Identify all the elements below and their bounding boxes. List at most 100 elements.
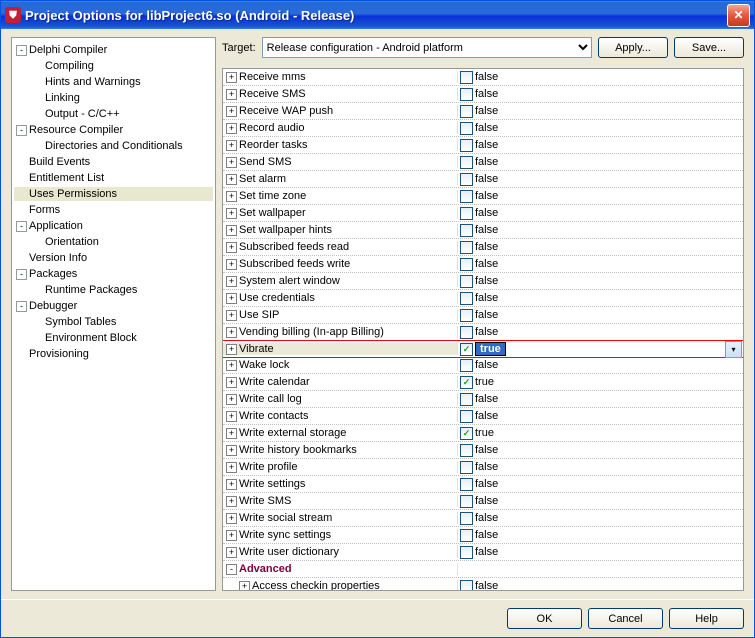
close-button[interactable]: ✕ bbox=[727, 4, 750, 27]
tree-item[interactable]: Forms bbox=[14, 202, 213, 218]
expander-icon[interactable]: - bbox=[16, 221, 27, 232]
tree-item[interactable]: -Resource Compiler bbox=[14, 122, 213, 138]
grid-row[interactable]: +Record audiofalse bbox=[223, 120, 743, 137]
tree-item[interactable]: Version Info bbox=[14, 250, 213, 266]
row-expander-icon[interactable]: + bbox=[226, 157, 237, 168]
grid-row[interactable]: +Write SMSfalse bbox=[223, 493, 743, 510]
tree-item[interactable]: Runtime Packages bbox=[14, 282, 213, 298]
grid-row[interactable]: +Reorder tasksfalse bbox=[223, 137, 743, 154]
tree-item[interactable]: Linking bbox=[14, 90, 213, 106]
grid-row[interactable]: +Write sync settingsfalse bbox=[223, 527, 743, 544]
grid-row[interactable]: +Subscribed feeds writefalse bbox=[223, 256, 743, 273]
expander-icon[interactable]: - bbox=[16, 45, 27, 56]
row-expander-icon[interactable]: + bbox=[226, 479, 237, 490]
row-expander-icon[interactable]: + bbox=[226, 496, 237, 507]
target-select[interactable]: Release configuration - Android platform bbox=[262, 37, 592, 58]
row-expander-icon[interactable]: + bbox=[226, 174, 237, 185]
value-checkbox[interactable] bbox=[460, 241, 473, 254]
grid-row[interactable]: +Use credentialsfalse bbox=[223, 290, 743, 307]
save-button[interactable]: Save... bbox=[674, 37, 744, 58]
value-checkbox[interactable] bbox=[460, 71, 473, 84]
row-expander-icon[interactable]: + bbox=[226, 462, 237, 473]
expander-icon[interactable]: - bbox=[16, 269, 27, 280]
cancel-button[interactable]: Cancel bbox=[588, 608, 663, 629]
grid-row[interactable]: +Receive WAP pushfalse bbox=[223, 103, 743, 120]
value-checkbox[interactable] bbox=[460, 139, 473, 152]
tree-item[interactable]: -Application bbox=[14, 218, 213, 234]
tree-item[interactable]: Symbol Tables bbox=[14, 314, 213, 330]
value-checkbox[interactable] bbox=[460, 207, 473, 220]
value-checkbox[interactable] bbox=[460, 105, 473, 118]
grid-row[interactable]: -Advanced bbox=[223, 561, 743, 578]
row-expander-icon[interactable]: + bbox=[226, 394, 237, 405]
row-expander-icon[interactable]: + bbox=[226, 259, 237, 270]
grid-row[interactable]: +Receive SMSfalse bbox=[223, 86, 743, 103]
value-checkbox[interactable] bbox=[460, 359, 473, 372]
tree-item[interactable]: Provisioning bbox=[14, 346, 213, 362]
row-expander-icon[interactable]: + bbox=[226, 445, 237, 456]
dropdown-icon[interactable]: ▾ bbox=[725, 341, 742, 358]
row-expander-icon[interactable]: + bbox=[226, 428, 237, 439]
grid-row[interactable]: +Set wallpaper hintsfalse bbox=[223, 222, 743, 239]
value-checkbox[interactable] bbox=[460, 444, 473, 457]
value-checkbox[interactable] bbox=[460, 580, 473, 591]
row-expander-icon[interactable]: + bbox=[226, 242, 237, 253]
grid-row[interactable]: +Wake lockfalse bbox=[223, 357, 743, 374]
value-checkbox[interactable] bbox=[460, 410, 473, 423]
apply-button[interactable]: Apply... bbox=[598, 37, 668, 58]
grid-body[interactable]: +Receive mmsfalse+Receive SMSfalse+Recei… bbox=[223, 69, 743, 590]
value-checkbox[interactable] bbox=[460, 173, 473, 186]
grid-row[interactable]: +Write calendartrue bbox=[223, 374, 743, 391]
row-expander-icon[interactable]: + bbox=[226, 293, 237, 304]
tree-item[interactable]: Uses Permissions bbox=[14, 186, 213, 202]
row-expander-icon[interactable]: + bbox=[226, 276, 237, 287]
expander-icon[interactable]: - bbox=[16, 125, 27, 136]
value-checkbox[interactable] bbox=[460, 326, 473, 339]
value-checkbox[interactable] bbox=[460, 546, 473, 559]
row-expander-icon[interactable]: + bbox=[226, 310, 237, 321]
row-expander-icon[interactable]: + bbox=[226, 530, 237, 541]
row-expander-icon[interactable]: + bbox=[226, 106, 237, 117]
row-expander-icon[interactable]: + bbox=[226, 89, 237, 100]
row-expander-icon[interactable]: + bbox=[226, 547, 237, 558]
tree-item[interactable]: Environment Block bbox=[14, 330, 213, 346]
tree-item[interactable]: Build Events bbox=[14, 154, 213, 170]
row-expander-icon[interactable]: + bbox=[226, 208, 237, 219]
value-checkbox[interactable] bbox=[460, 393, 473, 406]
value-checkbox[interactable] bbox=[460, 190, 473, 203]
value-checkbox[interactable] bbox=[460, 495, 473, 508]
value-checkbox[interactable] bbox=[460, 512, 473, 525]
ok-button[interactable]: OK bbox=[507, 608, 582, 629]
row-expander-icon[interactable]: + bbox=[226, 72, 237, 83]
row-expander-icon[interactable]: + bbox=[226, 411, 237, 422]
grid-row[interactable]: +Write user dictionaryfalse bbox=[223, 544, 743, 561]
help-button[interactable]: Help bbox=[669, 608, 744, 629]
row-expander-icon[interactable]: + bbox=[226, 140, 237, 151]
value-checkbox[interactable] bbox=[460, 258, 473, 271]
grid-row[interactable]: +Set wallpaperfalse bbox=[223, 205, 743, 222]
tree-item[interactable]: Hints and Warnings bbox=[14, 74, 213, 90]
grid-row[interactable]: +Write external storagetrue bbox=[223, 425, 743, 442]
tree-item[interactable]: Orientation bbox=[14, 234, 213, 250]
grid-row[interactable]: +Write contactsfalse bbox=[223, 408, 743, 425]
tree-item[interactable]: -Debugger bbox=[14, 298, 213, 314]
grid-row[interactable]: +Vending billing (In-app Billing)false bbox=[223, 324, 743, 341]
tree-item[interactable]: Entitlement List bbox=[14, 170, 213, 186]
row-expander-icon[interactable]: + bbox=[226, 360, 237, 371]
tree-item[interactable]: Compiling bbox=[14, 58, 213, 74]
value-checkbox[interactable] bbox=[460, 343, 473, 356]
grid-row[interactable]: +Vibratetrue▾ bbox=[223, 340, 743, 358]
value-checkbox[interactable] bbox=[460, 529, 473, 542]
value-checkbox[interactable] bbox=[460, 88, 473, 101]
grid-row[interactable]: +Write history bookmarksfalse bbox=[223, 442, 743, 459]
grid-row[interactable]: +Receive mmsfalse bbox=[223, 69, 743, 86]
row-expander-icon[interactable]: + bbox=[226, 513, 237, 524]
tree-item[interactable]: -Packages bbox=[14, 266, 213, 282]
row-expander-icon[interactable]: + bbox=[226, 327, 237, 338]
grid-row[interactable]: +Set time zonefalse bbox=[223, 188, 743, 205]
row-expander-icon[interactable]: + bbox=[226, 225, 237, 236]
row-expander-icon[interactable]: + bbox=[226, 191, 237, 202]
value-checkbox[interactable] bbox=[460, 478, 473, 491]
value-checkbox[interactable] bbox=[460, 224, 473, 237]
grid-row[interactable]: +Write settingsfalse bbox=[223, 476, 743, 493]
